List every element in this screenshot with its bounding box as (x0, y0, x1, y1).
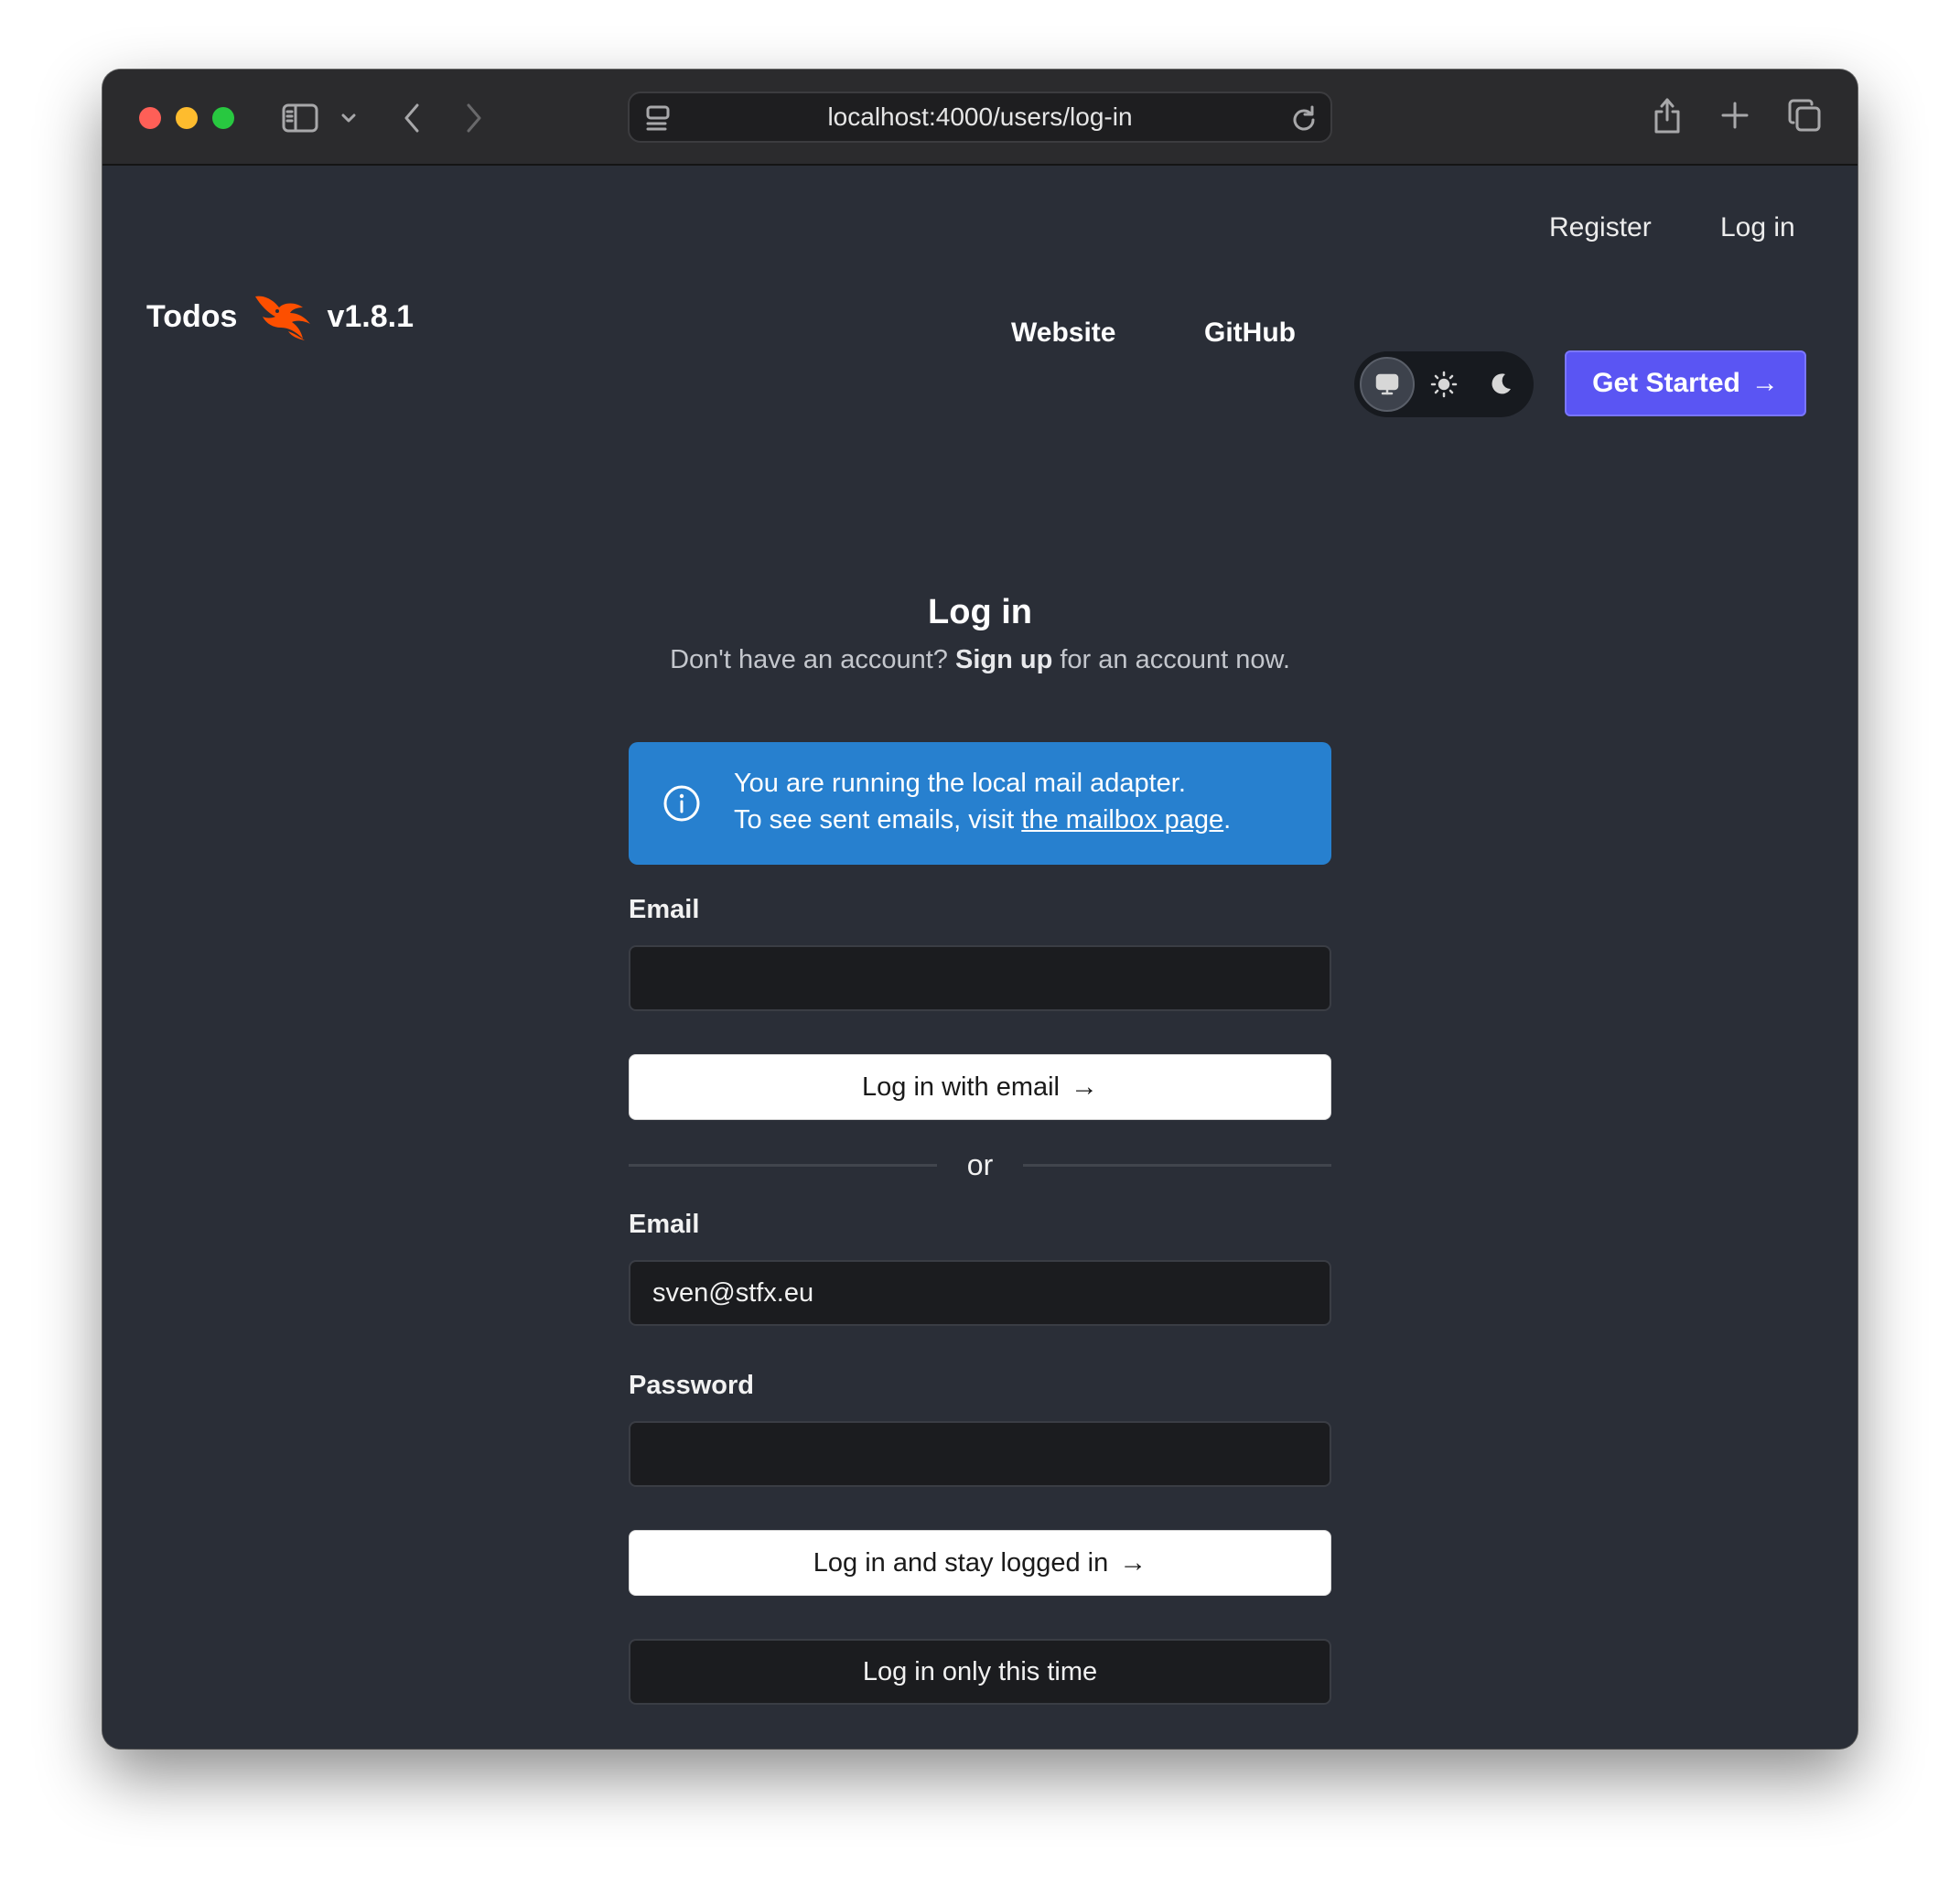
login-with-email-label: Log in with email (862, 1072, 1060, 1102)
password-label: Password (629, 1371, 754, 1400)
mailbox-link[interactable]: the mailbox page (1021, 805, 1223, 835)
alert-line-1: You are running the local mail adapter. (734, 769, 1186, 798)
alert-line-2-suffix: . (1223, 805, 1232, 835)
login-only-this-time-button[interactable]: Log in only this time (629, 1639, 1331, 1705)
back-arrow-icon[interactable] (397, 99, 426, 137)
tab-overview-icon[interactable] (1784, 95, 1825, 135)
browser-titlebar: localhost:4000/users/log-in (102, 70, 1858, 166)
password-input[interactable] (629, 1421, 1331, 1487)
page-content: Register Log in Todos v1.8.1 Website Git… (102, 166, 1858, 1749)
address-bar[interactable]: localhost:4000/users/log-in (628, 92, 1332, 143)
arrow-right-icon: → (1071, 1072, 1098, 1102)
minimize-window-button[interactable] (176, 107, 198, 129)
theme-toggle[interactable] (1354, 351, 1534, 417)
login-with-email-button[interactable]: Log in with email → (629, 1054, 1331, 1120)
reload-icon[interactable] (1288, 102, 1319, 134)
monitor-icon (1375, 373, 1399, 395)
brand[interactable]: Todos v1.8.1 (146, 291, 414, 342)
subtitle-prefix: Don't have an account? (670, 645, 948, 674)
page-subtitle: Don't have an account? Sign up for an ac… (537, 645, 1423, 675)
browser-window: localhost:4000/users/log-in Register Log… (102, 70, 1858, 1749)
signup-link[interactable]: Sign up (955, 645, 1052, 674)
new-tab-icon[interactable] (1717, 97, 1753, 134)
login-only-this-time-label: Log in only this time (862, 1656, 1098, 1686)
close-window-button[interactable] (139, 107, 161, 129)
version-label: v1.8.1 (327, 298, 414, 334)
login-link[interactable]: Log in (1720, 212, 1795, 243)
theme-dark-button[interactable] (1473, 357, 1528, 412)
magic-email-label: Email (629, 895, 700, 924)
stay-logged-in-button[interactable]: Log in and stay logged in → (629, 1530, 1331, 1596)
theme-system-button[interactable] (1360, 357, 1415, 412)
github-link[interactable]: GitHub (1204, 318, 1296, 349)
divider-right (1023, 1164, 1331, 1167)
moon-icon (1492, 373, 1511, 394)
zoom-window-button[interactable] (212, 107, 234, 129)
sidebar-toggle-icon[interactable] (280, 101, 320, 135)
chevron-down-icon[interactable] (337, 106, 361, 130)
url-text: localhost:4000/users/log-in (827, 102, 1133, 131)
arrow-right-icon: → (1119, 1547, 1147, 1578)
alert-line-2: To see sent emails, visit the mailbox pa… (734, 805, 1231, 835)
sun-icon (1430, 371, 1458, 398)
subtitle-suffix: for an account now. (1060, 645, 1290, 674)
forward-arrow-icon[interactable] (459, 99, 489, 137)
stay-logged-in-label: Log in and stay logged in (813, 1547, 1109, 1578)
page-title: Log in (928, 593, 1032, 631)
theme-light-button[interactable] (1416, 357, 1471, 412)
get-started-label: Get Started (1592, 368, 1740, 398)
alert-line-2-prefix: To see sent emails, visit (734, 805, 1015, 835)
info-alert: You are running the local mail adapter. … (629, 742, 1331, 865)
password-email-label: Email (629, 1210, 700, 1239)
phoenix-logo-icon (255, 296, 311, 340)
magic-email-input[interactable] (629, 945, 1331, 1011)
brand-title[interactable]: Todos (146, 299, 237, 335)
share-icon[interactable] (1649, 93, 1685, 137)
get-started-button[interactable]: Get Started → (1565, 350, 1806, 416)
info-icon (663, 785, 700, 822)
password-email-input[interactable] (629, 1260, 1331, 1326)
arrow-right-icon: → (1750, 368, 1779, 398)
register-link[interactable]: Register (1549, 212, 1652, 243)
website-link[interactable]: Website (1011, 318, 1115, 349)
